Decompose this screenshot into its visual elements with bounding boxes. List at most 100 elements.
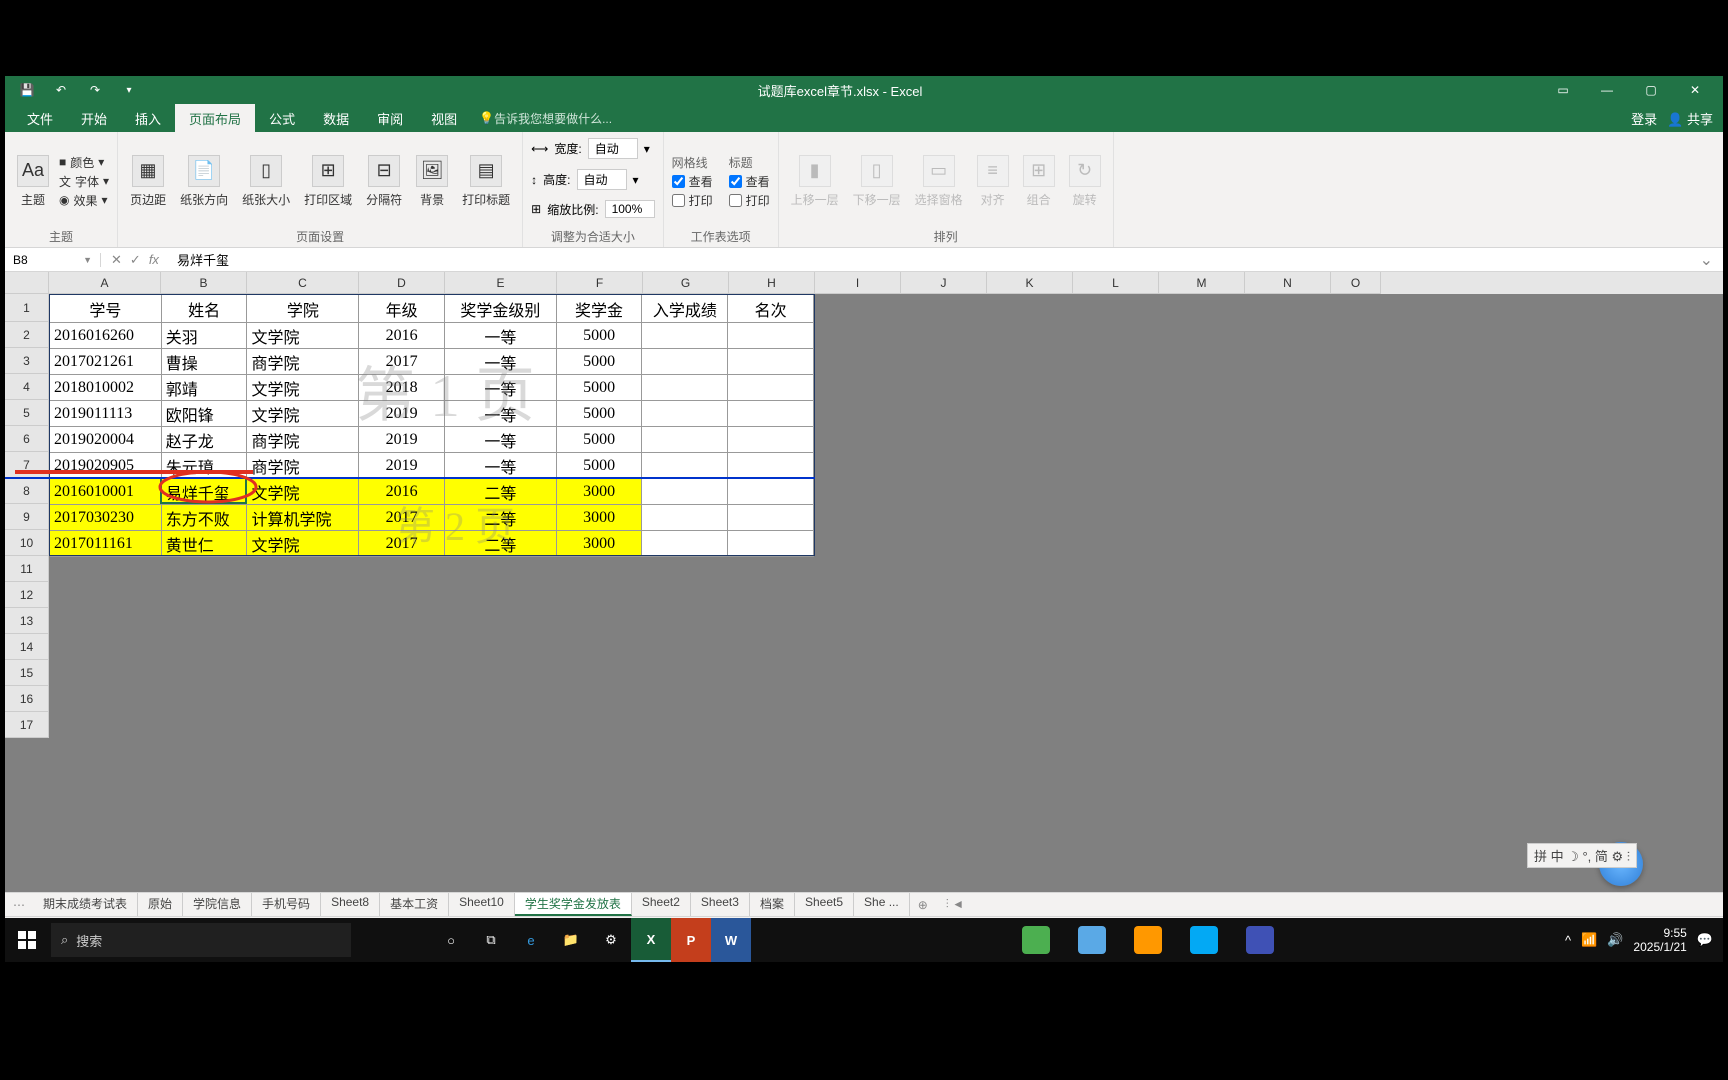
table-cell[interactable]: 5000 [557,401,643,427]
column-header[interactable]: B [161,272,247,294]
close-button[interactable]: ✕ [1675,76,1715,104]
table-cell[interactable]: 商学院 [247,427,359,453]
table-cell[interactable] [642,349,728,375]
table-header-cell[interactable]: 奖学金 [557,295,643,323]
table-cell[interactable]: 2016 [359,323,445,349]
tab-insert[interactable]: 插入 [121,104,175,132]
settings-icon[interactable]: ⚙ [591,918,631,962]
taskbar-search[interactable]: ⌕ 搜索 [51,923,351,957]
tab-home[interactable]: 开始 [67,104,121,132]
row-header[interactable]: 8 [5,478,49,504]
table-cell[interactable] [728,505,814,531]
undo-icon[interactable]: ↶ [53,82,69,98]
table-cell[interactable] [728,323,814,349]
add-sheet-button[interactable]: ⊕ [910,898,936,912]
table-cell[interactable]: 一等 [445,323,557,349]
table-header-cell[interactable]: 年级 [359,295,445,323]
row-header[interactable]: 1 [5,294,49,322]
table-cell[interactable]: 文学院 [247,323,359,349]
table-cell[interactable]: 2017021261 [50,349,162,375]
taskview-icon[interactable]: ⧉ [471,918,511,962]
table-cell[interactable]: 郭靖 [162,375,248,401]
table-cell[interactable]: 2019 [359,401,445,427]
tray-network-icon[interactable]: 📶 [1581,932,1597,948]
column-header[interactable]: M [1159,272,1245,294]
sheet-tab[interactable]: 档案 [750,893,795,916]
table-cell[interactable] [728,401,814,427]
table-cell[interactable] [728,531,814,557]
table-cell[interactable]: 计算机学院 [247,505,359,531]
column-header[interactable]: O [1331,272,1381,294]
confirm-formula-icon[interactable]: ✓ [130,252,141,268]
table-cell[interactable] [642,401,728,427]
share-button[interactable]: 👤 共享 [1667,109,1713,128]
table-cell[interactable]: 二等 [445,505,557,531]
table-cell[interactable]: 二等 [445,479,557,505]
tell-me-search[interactable]: 💡 告诉我您想要做什么... [479,104,612,132]
minimize-button[interactable]: — [1587,76,1627,104]
table-cell[interactable] [728,427,814,453]
table-cell[interactable]: 5000 [557,427,643,453]
table-header-cell[interactable]: 奖学金级别 [445,295,557,323]
row-header[interactable]: 12 [5,582,49,608]
table-cell[interactable]: 曹操 [162,349,248,375]
overlay-icon[interactable] [1190,926,1218,954]
row-header[interactable]: 11 [5,556,49,582]
sheet-tab[interactable]: Sheet10 [449,893,515,916]
table-cell[interactable]: 二等 [445,531,557,557]
overlay-icon[interactable] [1022,926,1050,954]
table-cell[interactable]: 商学院 [247,453,359,479]
table-cell[interactable]: 2016010001 [50,479,162,505]
table-cell[interactable]: 黄世仁 [162,531,248,557]
theme-colors-button[interactable]: ■ 颜色 ▾ [59,154,109,171]
table-cell[interactable]: 文学院 [247,375,359,401]
table-cell[interactable]: 一等 [445,401,557,427]
table-cell[interactable]: 欧阳锋 [162,401,248,427]
row-header[interactable]: 3 [5,348,49,374]
table-cell[interactable] [728,479,814,505]
table-header-cell[interactable]: 学院 [247,295,359,323]
table-cell[interactable]: 一等 [445,453,557,479]
gridlines-print-check[interactable]: 打印 [672,192,713,209]
table-cell[interactable]: 朱元璋 [162,453,248,479]
table-cell[interactable] [642,375,728,401]
sheet-tab[interactable]: 学生奖学金发放表 [515,893,632,916]
column-header[interactable]: J [901,272,987,294]
print-titles-button[interactable]: ▤打印标题 [458,153,514,210]
overlay-icon[interactable] [1246,926,1274,954]
table-cell[interactable]: 2017 [359,531,445,557]
sheet-tab[interactable]: She ... [854,893,910,916]
scale-height[interactable]: ↕高度: 自动 ▾ [531,167,638,192]
breaks-button[interactable]: ⊟分隔符 [362,153,406,210]
table-cell[interactable]: 文学院 [247,531,359,557]
orientation-button[interactable]: 📄纸张方向 [176,153,232,210]
tab-view[interactable]: 视图 [417,104,471,132]
cortana-icon[interactable]: ○ [431,918,471,962]
row-header[interactable]: 5 [5,400,49,426]
table-cell[interactable]: 赵子龙 [162,427,248,453]
table-cell[interactable]: 一等 [445,375,557,401]
powerpoint-taskbar-icon[interactable]: P [671,918,711,962]
table-cell[interactable]: 3000 [557,531,643,557]
table-cell[interactable]: 5000 [557,453,643,479]
table-cell[interactable]: 2016 [359,479,445,505]
tray-expand-icon[interactable]: ^ [1565,933,1571,948]
table-cell[interactable]: 文学院 [247,479,359,505]
table-cell[interactable]: 商学院 [247,349,359,375]
worksheet-grid[interactable]: ABCDEFGHIJKLMNO 123456789101112131415161… [5,272,1723,892]
table-cell[interactable]: 易烊千玺 [162,479,248,505]
theme-effects-button[interactable]: ◉ 效果 ▾ [59,192,109,209]
table-cell[interactable]: 东方不败 [162,505,248,531]
column-header[interactable]: D [359,272,445,294]
column-header[interactable]: C [247,272,359,294]
overlay-icon[interactable] [1134,926,1162,954]
background-button[interactable]: 🖼背景 [412,153,452,210]
table-cell[interactable]: 5000 [557,349,643,375]
table-cell[interactable]: 2018010002 [50,375,162,401]
formula-input[interactable]: 易烊千玺 [169,250,1690,269]
tray-notifications-icon[interactable]: 💬 [1697,932,1713,948]
table-cell[interactable]: 5000 [557,375,643,401]
table-cell[interactable]: 2017011161 [50,531,162,557]
table-cell[interactable]: 5000 [557,323,643,349]
table-cell[interactable] [728,349,814,375]
